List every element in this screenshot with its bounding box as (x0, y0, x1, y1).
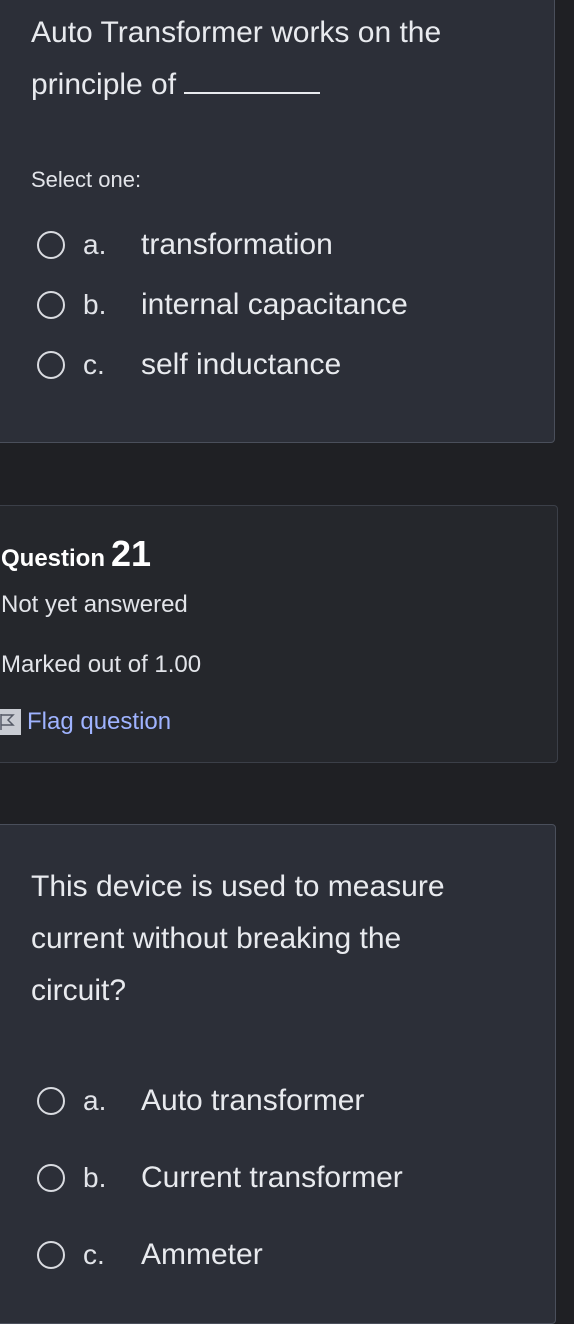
option-text: internal capacitance (141, 288, 408, 321)
q21-option-c[interactable]: c. Ammeter (37, 1235, 263, 1275)
option-text: Ammeter (141, 1238, 263, 1271)
q21-option-a[interactable]: a. Auto transformer (37, 1081, 364, 1121)
question-21-card: This device is used to measure current w… (0, 824, 556, 1324)
option-letter: b. (83, 1162, 107, 1193)
radio-button[interactable] (37, 351, 65, 379)
q20-option-c[interactable]: c. self inductance (37, 345, 341, 385)
question-21-text-line-3: circuit? (31, 974, 127, 1007)
option-letter: a. (83, 1085, 107, 1116)
question-20-text-line-2: principle of (31, 59, 321, 111)
q21-option-b[interactable]: b. Current transformer (37, 1158, 403, 1198)
question-21-text-line-2: current without breaking the (31, 922, 402, 955)
question-number-heading: Question 21 (1, 533, 151, 575)
marks-info: Marked out of 1.00 (1, 651, 202, 678)
option-text: Current transformer (141, 1161, 403, 1194)
question-20-text-line-2-label: principle of (31, 68, 177, 101)
question-info-card: Question 21 Not yet answered Marked out o… (0, 505, 558, 763)
question-number: 21 (111, 533, 152, 574)
option-text: transformation (141, 228, 333, 261)
radio-button[interactable] (37, 1241, 65, 1269)
flag-icon[interactable] (0, 709, 21, 735)
option-text: self inductance (141, 348, 342, 381)
option-letter: a. (83, 229, 107, 260)
radio-button[interactable] (37, 1087, 65, 1115)
question-21-text-line-1: This device is used to measure (31, 870, 445, 903)
q20-option-b[interactable]: b. internal capacitance (37, 285, 408, 325)
question-20-card: Auto Transformer works on the principle … (0, 0, 555, 443)
option-text: Auto transformer (141, 1084, 365, 1117)
select-one-label: Select one: (31, 167, 142, 192)
radio-button[interactable] (37, 1164, 65, 1192)
answer-blank (184, 86, 321, 94)
radio-button[interactable] (37, 291, 65, 319)
flag-question-link[interactable]: Flag question (0, 708, 171, 736)
radio-button[interactable] (37, 231, 65, 259)
flag-question-label[interactable]: Flag question (27, 708, 171, 736)
answer-status: Not yet answered (1, 591, 188, 618)
question-label: Question (1, 545, 106, 572)
option-letter: c. (83, 1239, 105, 1270)
q20-option-a[interactable]: a. transformation (37, 225, 333, 265)
option-letter: b. (83, 289, 107, 320)
question-20-text-line-1: Auto Transformer works on the (31, 16, 442, 49)
option-letter: c. (83, 349, 105, 380)
